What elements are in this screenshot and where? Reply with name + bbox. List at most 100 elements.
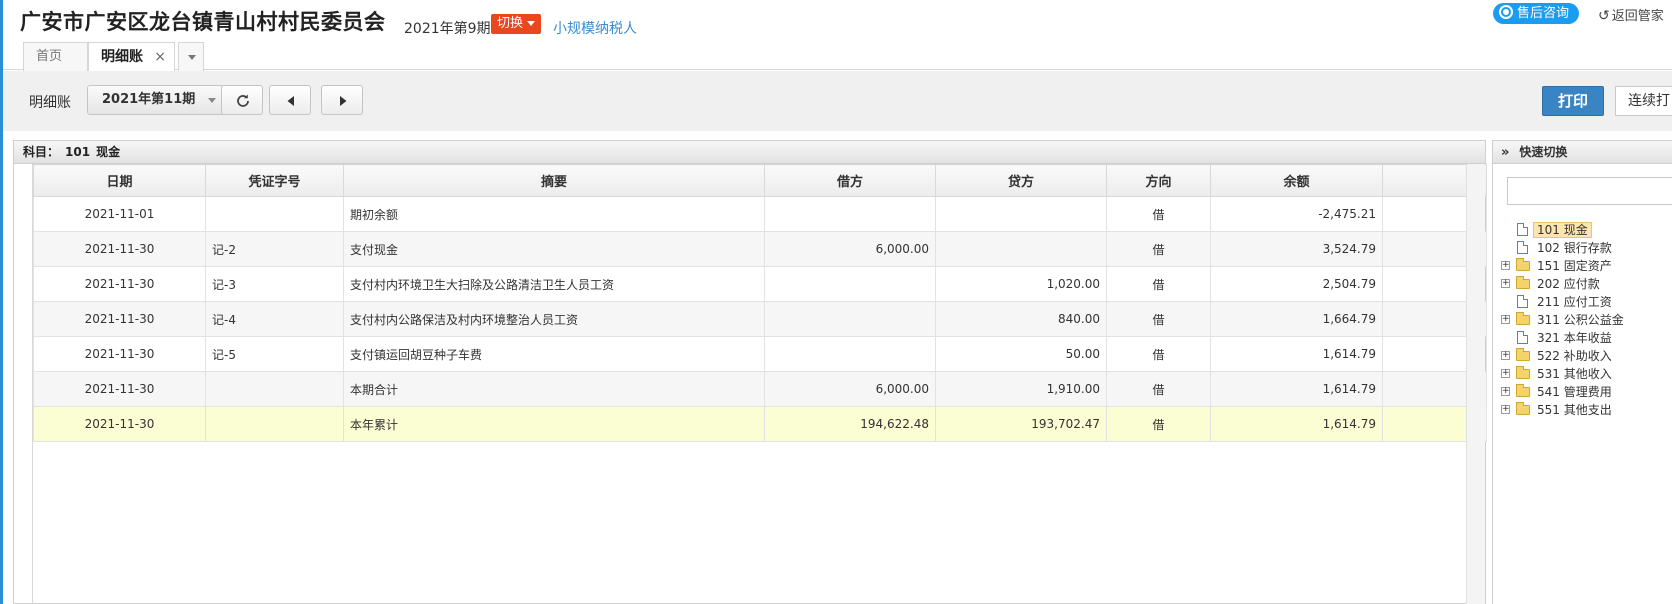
next-button[interactable]: [321, 85, 363, 115]
expand-plus-icon[interactable]: +: [1501, 351, 1510, 360]
subject-header: 科目： 101 现金: [14, 141, 1485, 164]
company-name: 广安市广安区龙台镇青山村村民委员会: [20, 10, 386, 34]
tab-ledger-detail[interactable]: 明细账 ×: [88, 42, 175, 71]
print-button[interactable]: 打印: [1542, 86, 1604, 116]
cell-voucher[interactable]: [205, 196, 344, 232]
ledger-panel: 科目： 101 现金 日期 凭证字号 摘要 借方 贷方 方向 余额 2021-1…: [13, 140, 1487, 604]
ledger-grid: 日期 凭证字号 摘要 借方 贷方 方向 余额 2021-11-01 期初余额 借…: [32, 164, 1487, 604]
back-label: 返回管家: [1611, 9, 1664, 24]
refresh-icon: [237, 94, 249, 107]
cell-voucher[interactable]: [205, 406, 344, 442]
cell-direction: 借: [1106, 301, 1211, 337]
cell-balance: -2,475.21: [1210, 196, 1383, 232]
quick-switch-panel: » 快速切换 101 现金 102 银行存款 +151 固定资产 +202 应付款 211…: [1492, 140, 1672, 604]
tree-node[interactable]: +311 公积公益金: [1501, 311, 1628, 329]
vertical-scrollbar[interactable]: [1466, 164, 1485, 604]
double-chevron-right-icon[interactable]: »: [1501, 145, 1509, 160]
cell-direction: 借: [1106, 336, 1211, 372]
cell-debit: [764, 336, 936, 372]
subject-name: 现金: [96, 145, 121, 159]
cell-debit: [764, 301, 936, 337]
tree-node[interactable]: +551 其他支出: [1501, 401, 1628, 419]
back-to-manager-link[interactable]: ↺ 返回管家: [1598, 5, 1664, 24]
tree-node[interactable]: +151 固定资产: [1501, 257, 1628, 275]
expand-plus-icon[interactable]: +: [1501, 315, 1510, 324]
cell-credit: [935, 231, 1107, 267]
folder-icon: [1516, 402, 1530, 415]
table-row[interactable]: 2021-11-01 期初余额 借 -2,475.21: [33, 196, 1487, 232]
expand-plus-icon[interactable]: +: [1501, 387, 1510, 396]
column-header-direction: 方向: [1106, 164, 1211, 197]
table-row[interactable]: 2021-11-30 记-2 支付现金 6,000.00 借 3,524.79: [33, 231, 1487, 267]
cell-voucher[interactable]: [205, 371, 344, 407]
expand-plus-icon[interactable]: +: [1501, 405, 1510, 414]
cell-summary: 本期合计: [343, 371, 765, 407]
subject-code: 101: [65, 145, 91, 159]
folder-icon: [1516, 258, 1530, 271]
table-row[interactable]: 2021-11-30 本年累计 194,622.48 193,702.47 借 …: [33, 406, 1487, 442]
subject-tree: 101 现金 102 银行存款 +151 固定资产 +202 应付款 211 应付工资 +…: [1501, 221, 1628, 419]
folder-icon: [1516, 348, 1530, 361]
column-header-balance: 余额: [1210, 164, 1383, 197]
current-period: 2021年第9期: [404, 21, 491, 37]
table-row[interactable]: 2021-11-30 记-3 支付村内环境卫生大扫除及公路清洁卫生人员工资 1,…: [33, 266, 1487, 302]
cell-date: 2021-11-30: [33, 336, 206, 372]
triangle-left-icon: [287, 96, 294, 106]
tab-list-dropdown[interactable]: [178, 42, 204, 71]
tree-node[interactable]: +531 其他收入: [1501, 365, 1628, 383]
tab-home[interactable]: 首页: [23, 42, 88, 71]
continuous-print-button[interactable]: 连续打: [1615, 86, 1672, 116]
table-row[interactable]: 2021-11-30 记-4 支付村内公路保洁及村内环境整治人员工资 840.0…: [33, 301, 1487, 337]
cell-balance: 1,614.79: [1210, 371, 1383, 407]
switch-label: 切换: [497, 16, 524, 31]
refresh-button[interactable]: [221, 85, 263, 115]
switch-period-button[interactable]: 切换: [491, 14, 542, 34]
headset-icon: [1499, 5, 1513, 19]
app-header: 广安市广安区龙台镇青山村村民委员会 2021年第9期 切换 小规模纳税人 售后咨…: [3, 0, 1672, 71]
cell-summary: 本年累计: [343, 406, 765, 442]
folder-icon: [1516, 276, 1530, 289]
expand-plus-icon[interactable]: +: [1501, 279, 1510, 288]
tree-node[interactable]: +541 管理费用: [1501, 383, 1628, 401]
cell-balance: 1,614.79: [1210, 406, 1383, 442]
cell-debit: [764, 266, 936, 302]
table-row[interactable]: 2021-11-30 记-5 支付镇运回胡豆种子车费 50.00 借 1,614…: [33, 336, 1487, 372]
cell-summary: 支付村内环境卫生大扫除及公路清洁卫生人员工资: [343, 266, 765, 302]
expand-plus-icon[interactable]: +: [1501, 369, 1510, 378]
folder-icon: [1516, 384, 1530, 397]
cell-credit: 50.00: [935, 336, 1107, 372]
previous-button[interactable]: [269, 85, 311, 115]
close-icon[interactable]: ×: [154, 43, 166, 71]
toolbar: 明细账 2021年第11期 打印 连续打: [3, 71, 1672, 131]
cell-voucher[interactable]: 记-5: [205, 336, 344, 372]
expand-plus-icon[interactable]: +: [1501, 261, 1510, 270]
cell-debit: [764, 196, 936, 232]
cell-voucher[interactable]: 记-3: [205, 266, 344, 302]
chevron-down-icon: [527, 21, 536, 26]
period-select[interactable]: 2021年第11期: [87, 85, 225, 115]
tree-node-label: 321 本年收益: [1537, 331, 1612, 345]
subject-search-input[interactable]: [1507, 177, 1672, 205]
cell-voucher[interactable]: 记-4: [205, 301, 344, 337]
tree-node-label: 541 管理费用: [1537, 385, 1612, 399]
tree-node[interactable]: +522 补助收入: [1501, 347, 1628, 365]
tree-node-label: 531 其他收入: [1537, 367, 1612, 381]
period-select-value: 2021年第11期: [102, 92, 196, 107]
tab-ledger-label: 明细账: [101, 49, 143, 65]
cell-balance: 1,664.79: [1210, 301, 1383, 337]
cell-balance: 1,614.79: [1210, 336, 1383, 372]
cell-credit: 840.00: [935, 301, 1107, 337]
table-row[interactable]: 2021-11-30 本期合计 6,000.00 1,910.00 借 1,61…: [33, 371, 1487, 407]
tree-node[interactable]: 102 银行存款: [1501, 239, 1628, 257]
after-sales-consult-button[interactable]: 售后咨询: [1493, 3, 1580, 24]
tree-node[interactable]: 321 本年收益: [1501, 329, 1628, 347]
cell-voucher[interactable]: 记-2: [205, 231, 344, 267]
ledger-table: 日期 凭证字号 摘要 借方 贷方 方向 余额 2021-11-01 期初余额 借…: [33, 164, 1487, 442]
column-header-summary: 摘要: [343, 164, 765, 197]
taxpayer-type-link[interactable]: 小规模纳税人: [553, 18, 637, 38]
cell-date: 2021-11-30: [33, 231, 206, 267]
tree-node[interactable]: +202 应付款: [1501, 275, 1628, 293]
tree-node[interactable]: 211 应付工资: [1501, 293, 1628, 311]
tree-node[interactable]: 101 现金: [1501, 221, 1628, 239]
column-header-debit: 借方: [764, 164, 936, 197]
